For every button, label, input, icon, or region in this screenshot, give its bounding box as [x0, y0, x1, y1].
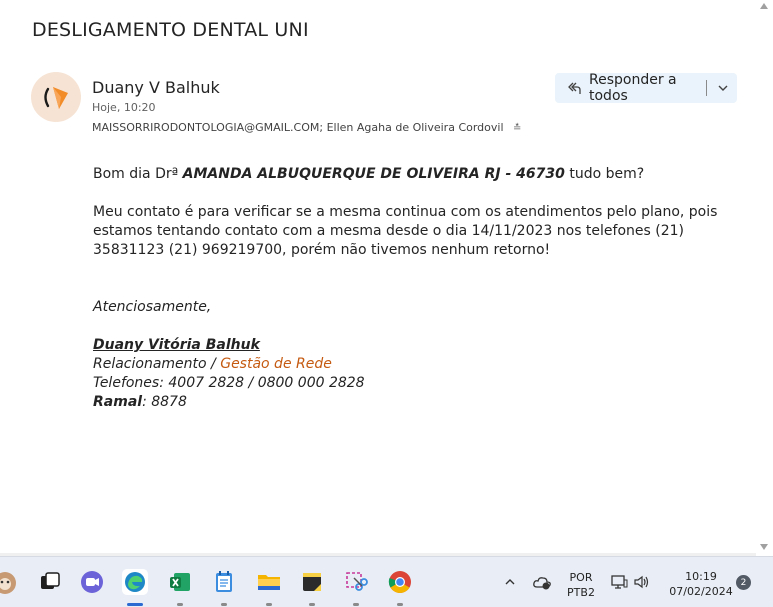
expand-recipients-icon[interactable]: ≛: [513, 123, 521, 134]
vertical-scrollbar[interactable]: [756, 0, 773, 556]
signature-phones: Telefones: 4007 2828 / 0800 000 2828: [93, 375, 365, 391]
cat-app-icon[interactable]: [0, 569, 18, 595]
clock[interactable]: 10:19 07/02/2024: [661, 569, 741, 599]
scroll-up-icon[interactable]: [760, 3, 768, 9]
notepad-icon[interactable]: [211, 569, 237, 595]
reply-all-label: Responder a todos: [589, 72, 677, 104]
main-paragraph: Meu contato é para verificar se a mesma …: [93, 204, 718, 258]
chrome-icon[interactable]: [387, 569, 413, 595]
recipients-list[interactable]: MAISSORRIRODONTOLOGIA@GMAIL.COM; Ellen A…: [92, 121, 504, 134]
chrome-indicator: [397, 603, 403, 606]
reply-all-button[interactable]: Responder a todos: [555, 72, 737, 104]
snipping-tool-icon[interactable]: [343, 569, 369, 595]
closing: Atenciosamente,: [93, 299, 212, 315]
task-view-icon[interactable]: [37, 569, 63, 595]
signature-name: Duany Vitória Balhuk: [93, 337, 260, 353]
edge-active-indicator: [127, 603, 143, 606]
snipping-tool-indicator: [353, 603, 359, 606]
clock-date: 07/02/2024: [669, 585, 733, 598]
volume-icon[interactable]: [631, 569, 653, 595]
email-subject: DESLIGAMENTO DENTAL UNI: [32, 19, 309, 41]
language-indicator[interactable]: POR PTB2: [563, 570, 599, 600]
signature-ramal: Ramal: 8878: [93, 394, 187, 410]
sender-name[interactable]: Duany V Balhuk: [92, 78, 220, 97]
reply-all-icon: [559, 80, 589, 96]
scroll-down-icon[interactable]: [760, 544, 768, 550]
display-icon[interactable]: [608, 569, 630, 595]
language-code: POR: [569, 571, 593, 584]
department-link[interactable]: Gestão de Rede: [220, 356, 332, 372]
chevron-up-icon[interactable]: [500, 569, 520, 595]
file-explorer-icon[interactable]: [256, 569, 282, 595]
sent-time: Hoje, 10:20: [92, 101, 156, 114]
onedrive-sync-icon[interactable]: [531, 569, 553, 595]
sender-logo-icon: [44, 87, 68, 109]
clock-time: 10:19: [685, 570, 717, 583]
taskbar: POR PTB2 10:19 07/02/2024: [0, 556, 773, 607]
notification-badge[interactable]: 2: [736, 575, 751, 590]
edge-icon[interactable]: [122, 569, 148, 595]
signature-role: Relacionamento / Gestão de Rede: [93, 356, 332, 372]
file-explorer-indicator: [266, 603, 272, 606]
sticky-notes-indicator: [309, 603, 315, 606]
email-reading-pane: DESLIGAMENTO DENTAL UNI Duany V Balhuk H…: [0, 0, 773, 556]
notepad-indicator: [221, 603, 227, 606]
reply-divider: [706, 80, 707, 96]
teams-icon[interactable]: [79, 569, 105, 595]
recipients-line: MAISSORRIRODONTOLOGIA@GMAIL.COM; Ellen A…: [92, 121, 521, 134]
chevron-down-icon[interactable]: [713, 82, 733, 94]
excel-icon[interactable]: [167, 569, 193, 595]
email-body: Bom dia Drª AMANDA ALBUQUERQUE DE OLIVEI…: [93, 165, 733, 412]
avatar[interactable]: [31, 72, 81, 122]
greeting-line: Bom dia Drª AMANDA ALBUQUERQUE DE OLIVEI…: [93, 166, 645, 182]
doctor-name: AMANDA ALBUQUERQUE DE OLIVEIRA RJ - 4673…: [182, 166, 565, 182]
keyboard-layout: PTB2: [567, 586, 595, 599]
sticky-notes-icon[interactable]: [299, 569, 325, 595]
excel-indicator: [177, 603, 183, 606]
